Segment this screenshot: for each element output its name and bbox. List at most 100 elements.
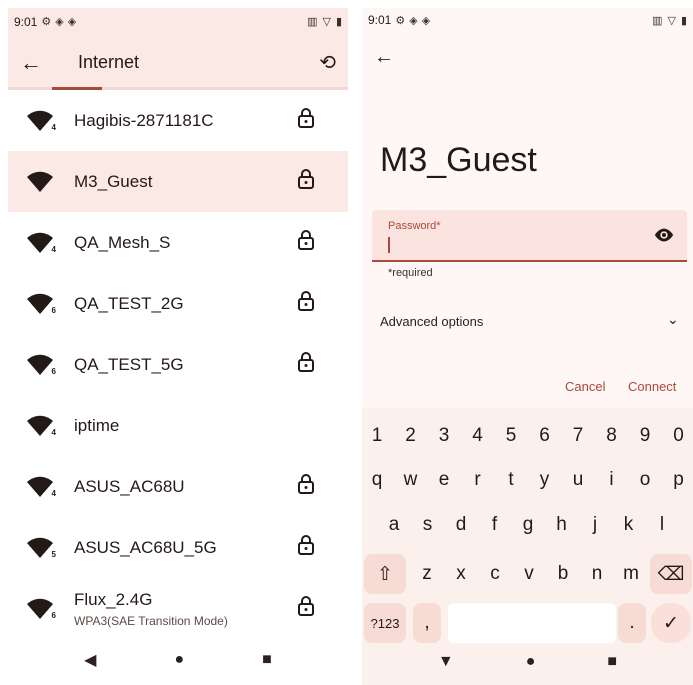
network-ssid: ASUS_AC68U bbox=[74, 476, 185, 496]
network-list-item[interactable]: M3_Guest bbox=[8, 151, 348, 212]
key-9[interactable]: 9 bbox=[630, 416, 660, 456]
show-password-eye-icon[interactable] bbox=[653, 226, 675, 244]
network-list-item[interactable]: 4 Hagibis-2871181C bbox=[8, 90, 348, 151]
key-a[interactable]: a bbox=[379, 505, 409, 545]
key-z[interactable]: z bbox=[412, 554, 442, 594]
key-3[interactable]: 3 bbox=[429, 416, 459, 456]
text-cursor bbox=[388, 237, 390, 253]
wifi-signal-icon: 6 bbox=[26, 353, 56, 377]
key-t[interactable]: t bbox=[496, 460, 526, 500]
network-ssid: iptime bbox=[74, 415, 120, 435]
network-list-item[interactable]: 4 QA_Mesh_S bbox=[8, 212, 348, 273]
space-bar[interactable] bbox=[448, 603, 616, 643]
key-m[interactable]: m bbox=[616, 554, 646, 594]
network-list-item[interactable]: 4 iptime bbox=[8, 395, 348, 456]
backspace-key-icon[interactable]: ⌫ bbox=[650, 554, 692, 594]
enter-check-icon[interactable]: ✓ bbox=[651, 603, 691, 643]
page-title: Internet bbox=[78, 52, 140, 72]
key-j[interactable]: j bbox=[580, 505, 610, 545]
back-arrow-icon[interactable]: ← bbox=[20, 50, 54, 76]
wifi-status-icon: ▽ bbox=[322, 16, 331, 28]
key-7[interactable]: 7 bbox=[563, 416, 593, 456]
nav-back-icon[interactable]: ▼ bbox=[438, 653, 454, 671]
wifi-signal-icon: 4 bbox=[26, 414, 56, 438]
comma-key[interactable]: , bbox=[413, 603, 441, 643]
network-list-item[interactable]: 6 QA_TEST_2G bbox=[8, 273, 348, 334]
wifi-standard-badge: 4 bbox=[51, 427, 56, 437]
connect-button[interactable]: Connect bbox=[628, 379, 676, 394]
refresh-icon[interactable]: ⟲ bbox=[319, 50, 336, 75]
key-c[interactable]: c bbox=[480, 554, 510, 594]
key-r[interactable]: r bbox=[463, 460, 493, 500]
key-k[interactable]: k bbox=[614, 505, 644, 545]
key-w[interactable]: w bbox=[396, 460, 426, 500]
key-h[interactable]: h bbox=[547, 505, 577, 545]
key-2[interactable]: 2 bbox=[396, 416, 426, 456]
keyboard-row-asdf: asdfghjkl bbox=[362, 505, 693, 545]
key-f[interactable]: f bbox=[480, 505, 510, 545]
network-list-item[interactable]: 6 QA_TEST_5G bbox=[8, 334, 348, 395]
network-title: M3_Guest bbox=[380, 141, 537, 179]
wifi-standard-badge: 6 bbox=[51, 610, 56, 620]
nav-home-icon[interactable]: ● bbox=[526, 653, 536, 671]
shift-key-icon[interactable]: ⇧ bbox=[364, 554, 406, 594]
connect-dialog-screen: 9:01 ⚙ ◈ ◈ ▥ ▽ ▮ ← M3_Guest Password* *r… bbox=[362, 8, 693, 685]
key-1[interactable]: 1 bbox=[362, 416, 392, 456]
required-helper-text: *required bbox=[388, 267, 433, 279]
wifi-standard-badge: 6 bbox=[51, 366, 56, 376]
key-x[interactable]: x bbox=[446, 554, 476, 594]
wifi-signal-icon: 6 bbox=[26, 292, 56, 316]
key-l[interactable]: l bbox=[647, 505, 677, 545]
key-i[interactable]: i bbox=[597, 460, 627, 500]
key-5[interactable]: 5 bbox=[496, 416, 526, 456]
key-v[interactable]: v bbox=[514, 554, 544, 594]
wifi-standard-badge: 4 bbox=[51, 488, 56, 498]
wifi-standard-badge: 4 bbox=[51, 122, 56, 132]
key-e[interactable]: e bbox=[429, 460, 459, 500]
key-0[interactable]: 0 bbox=[664, 416, 693, 456]
key-o[interactable]: o bbox=[630, 460, 660, 500]
key-y[interactable]: y bbox=[530, 460, 560, 500]
network-list-item[interactable]: 5 ASUS_AC68U_5G bbox=[8, 517, 348, 578]
nav-back-icon[interactable]: ◀ bbox=[84, 650, 96, 670]
nav-recents-icon[interactable]: ■ bbox=[262, 651, 272, 669]
password-field[interactable]: Password* bbox=[372, 210, 687, 262]
key-q[interactable]: q bbox=[362, 460, 392, 500]
cancel-button[interactable]: Cancel bbox=[565, 379, 605, 394]
symbols-key[interactable]: ?123 bbox=[364, 603, 406, 643]
key-s[interactable]: s bbox=[413, 505, 443, 545]
key-4[interactable]: 4 bbox=[463, 416, 493, 456]
wifi-signal-icon: 6 bbox=[26, 597, 56, 621]
advanced-options-toggle[interactable]: Advanced options bbox=[380, 314, 483, 329]
battery-icon: ▮ bbox=[680, 14, 687, 27]
key-g[interactable]: g bbox=[513, 505, 543, 545]
key-6[interactable]: 6 bbox=[530, 416, 560, 456]
password-label: Password* bbox=[388, 220, 441, 232]
lock-icon bbox=[286, 108, 326, 133]
nav-home-icon[interactable]: ● bbox=[174, 651, 184, 669]
chevron-down-icon[interactable]: ⌄ bbox=[667, 311, 679, 328]
network-list-item[interactable]: 6 Flux_2.4G WPA3(SAE Transition Mode) bbox=[8, 578, 348, 639]
key-8[interactable]: 8 bbox=[597, 416, 627, 456]
keyboard-row-qwerty: qwertyuiop bbox=[362, 460, 693, 500]
lock-icon bbox=[286, 291, 326, 316]
nav-recents-icon[interactable]: ■ bbox=[607, 653, 617, 671]
navigation-bar: ◀ ● ■ bbox=[8, 635, 348, 685]
lock-icon bbox=[286, 535, 326, 560]
back-arrow-icon[interactable]: ← bbox=[374, 46, 394, 69]
status-bar: 9:01 ⚙ ◈ ◈ ▥ ▽ ▮ bbox=[8, 8, 348, 35]
lock-icon bbox=[286, 169, 326, 194]
key-b[interactable]: b bbox=[548, 554, 578, 594]
wifi-signal-icon: 4 bbox=[26, 475, 56, 499]
battery-icon: ▮ bbox=[335, 16, 342, 28]
status-time: 9:01 bbox=[368, 13, 392, 27]
wifi-standard-badge: 6 bbox=[51, 305, 56, 315]
period-key[interactable]: . bbox=[618, 603, 646, 643]
key-p[interactable]: p bbox=[664, 460, 693, 500]
network-ssid: Flux_2.4G bbox=[74, 589, 153, 609]
network-ssid: QA_Mesh_S bbox=[74, 232, 171, 252]
network-list-item[interactable]: 4 ASUS_AC68U bbox=[8, 456, 348, 517]
key-d[interactable]: d bbox=[446, 505, 476, 545]
key-n[interactable]: n bbox=[582, 554, 612, 594]
key-u[interactable]: u bbox=[563, 460, 593, 500]
